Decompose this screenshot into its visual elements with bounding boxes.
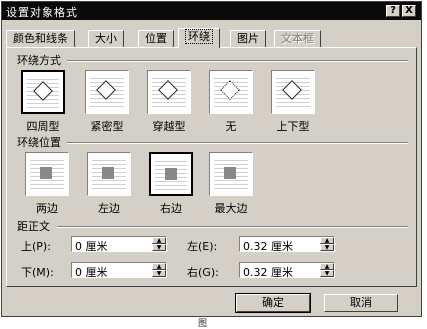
help-button[interactable]: ?: [386, 5, 400, 17]
distance-top-spinner[interactable]: 0 厘米 ▲ ▼: [71, 236, 167, 253]
spin-up-icon[interactable]: ▲: [320, 237, 334, 244]
wrap-both-sides-option[interactable]: [25, 152, 69, 196]
spin-up-icon[interactable]: ▲: [320, 263, 334, 270]
distance-right-value: 0.32 厘米: [243, 266, 293, 279]
tab-wrapping[interactable]: 环绕: [178, 28, 220, 48]
distance-left-value: 0.32 厘米: [243, 240, 293, 253]
wrap-both-sides-label: 两边: [36, 202, 58, 215]
close-button[interactable]: X: [402, 5, 416, 17]
largest-side-icon: [224, 167, 236, 179]
spin-up-icon[interactable]: ▲: [152, 237, 166, 244]
distance-bottom-spinner[interactable]: 0 厘米 ▲ ▼: [71, 262, 167, 279]
divider: [57, 226, 408, 228]
cancel-button[interactable]: 取消: [324, 294, 398, 312]
figure-caption: 图: [198, 319, 208, 329]
right-side-icon: [165, 168, 177, 180]
spin-down-icon[interactable]: ▼: [320, 270, 334, 277]
wrap-style-heading: 环绕方式: [17, 54, 61, 67]
wrap-tight-label: 紧密型: [90, 120, 124, 133]
wrap-top-bottom-option[interactable]: [271, 70, 315, 114]
title-bar[interactable]: 设置对象格式 ? X: [2, 2, 421, 20]
wrap-left-option[interactable]: [87, 152, 131, 196]
wrap-square-label: 四周型: [26, 120, 60, 133]
spin-down-icon[interactable]: ▼: [152, 244, 166, 251]
tab-colors-lines[interactable]: 颜色和线条: [6, 30, 75, 47]
format-object-dialog: 设置对象格式 ? X 颜色和线条 大小 位置 环绕 图片 文本框 环绕方式 四周…: [1, 1, 422, 317]
wrap-through-label: 穿越型: [152, 120, 186, 133]
spin-down-icon[interactable]: ▼: [320, 244, 334, 251]
distance-top-value: 0 厘米: [75, 240, 108, 253]
wrapping-panel: 环绕方式 四周型 紧密型 穿越型 无 上下型 环绕位置 两边 左边 右边 最大边…: [6, 47, 417, 287]
dialog-title: 设置对象格式: [6, 6, 78, 19]
tab-picture[interactable]: 图片: [230, 30, 266, 47]
wrap-largest-option[interactable]: [209, 152, 253, 196]
divider: [67, 60, 408, 62]
wrap-right-label: 右边: [160, 202, 182, 215]
distance-heading: 距正文: [17, 220, 50, 233]
distance-left-spinner[interactable]: 0.32 厘米 ▲ ▼: [239, 236, 335, 253]
spin-up-icon[interactable]: ▲: [152, 263, 166, 270]
wrap-largest-label: 最大边: [214, 202, 248, 215]
wrap-left-label: 左边: [98, 202, 120, 215]
wrap-top-bottom-label: 上下型: [276, 120, 310, 133]
distance-right-label: 右(G):: [187, 266, 219, 279]
tab-text-box[interactable]: 文本框: [274, 30, 321, 47]
distance-top-label: 上(P):: [21, 240, 51, 253]
distance-left-label: 左(E):: [187, 240, 218, 253]
tab-strip: 颜色和线条 大小 位置 环绕 图片 文本框: [6, 28, 416, 48]
distance-bottom-value: 0 厘米: [75, 266, 108, 279]
wrap-none-option[interactable]: [209, 70, 253, 114]
wrap-position-heading: 环绕位置: [17, 136, 61, 149]
divider: [67, 142, 408, 144]
distance-bottom-label: 下(M):: [21, 266, 54, 279]
both-sides-icon: [40, 167, 52, 179]
tab-size[interactable]: 大小: [88, 30, 124, 47]
wrap-tight-option[interactable]: [85, 70, 129, 114]
wrap-right-option[interactable]: [149, 152, 193, 196]
wrap-square-option[interactable]: [21, 70, 65, 114]
wrap-none-label: 无: [225, 120, 237, 133]
left-side-icon: [102, 167, 114, 179]
ok-button[interactable]: 确定: [235, 293, 311, 313]
tab-position[interactable]: 位置: [138, 30, 174, 47]
wrap-through-option[interactable]: [147, 70, 191, 114]
distance-right-spinner[interactable]: 0.32 厘米 ▲ ▼: [239, 262, 335, 279]
spin-down-icon[interactable]: ▼: [152, 270, 166, 277]
